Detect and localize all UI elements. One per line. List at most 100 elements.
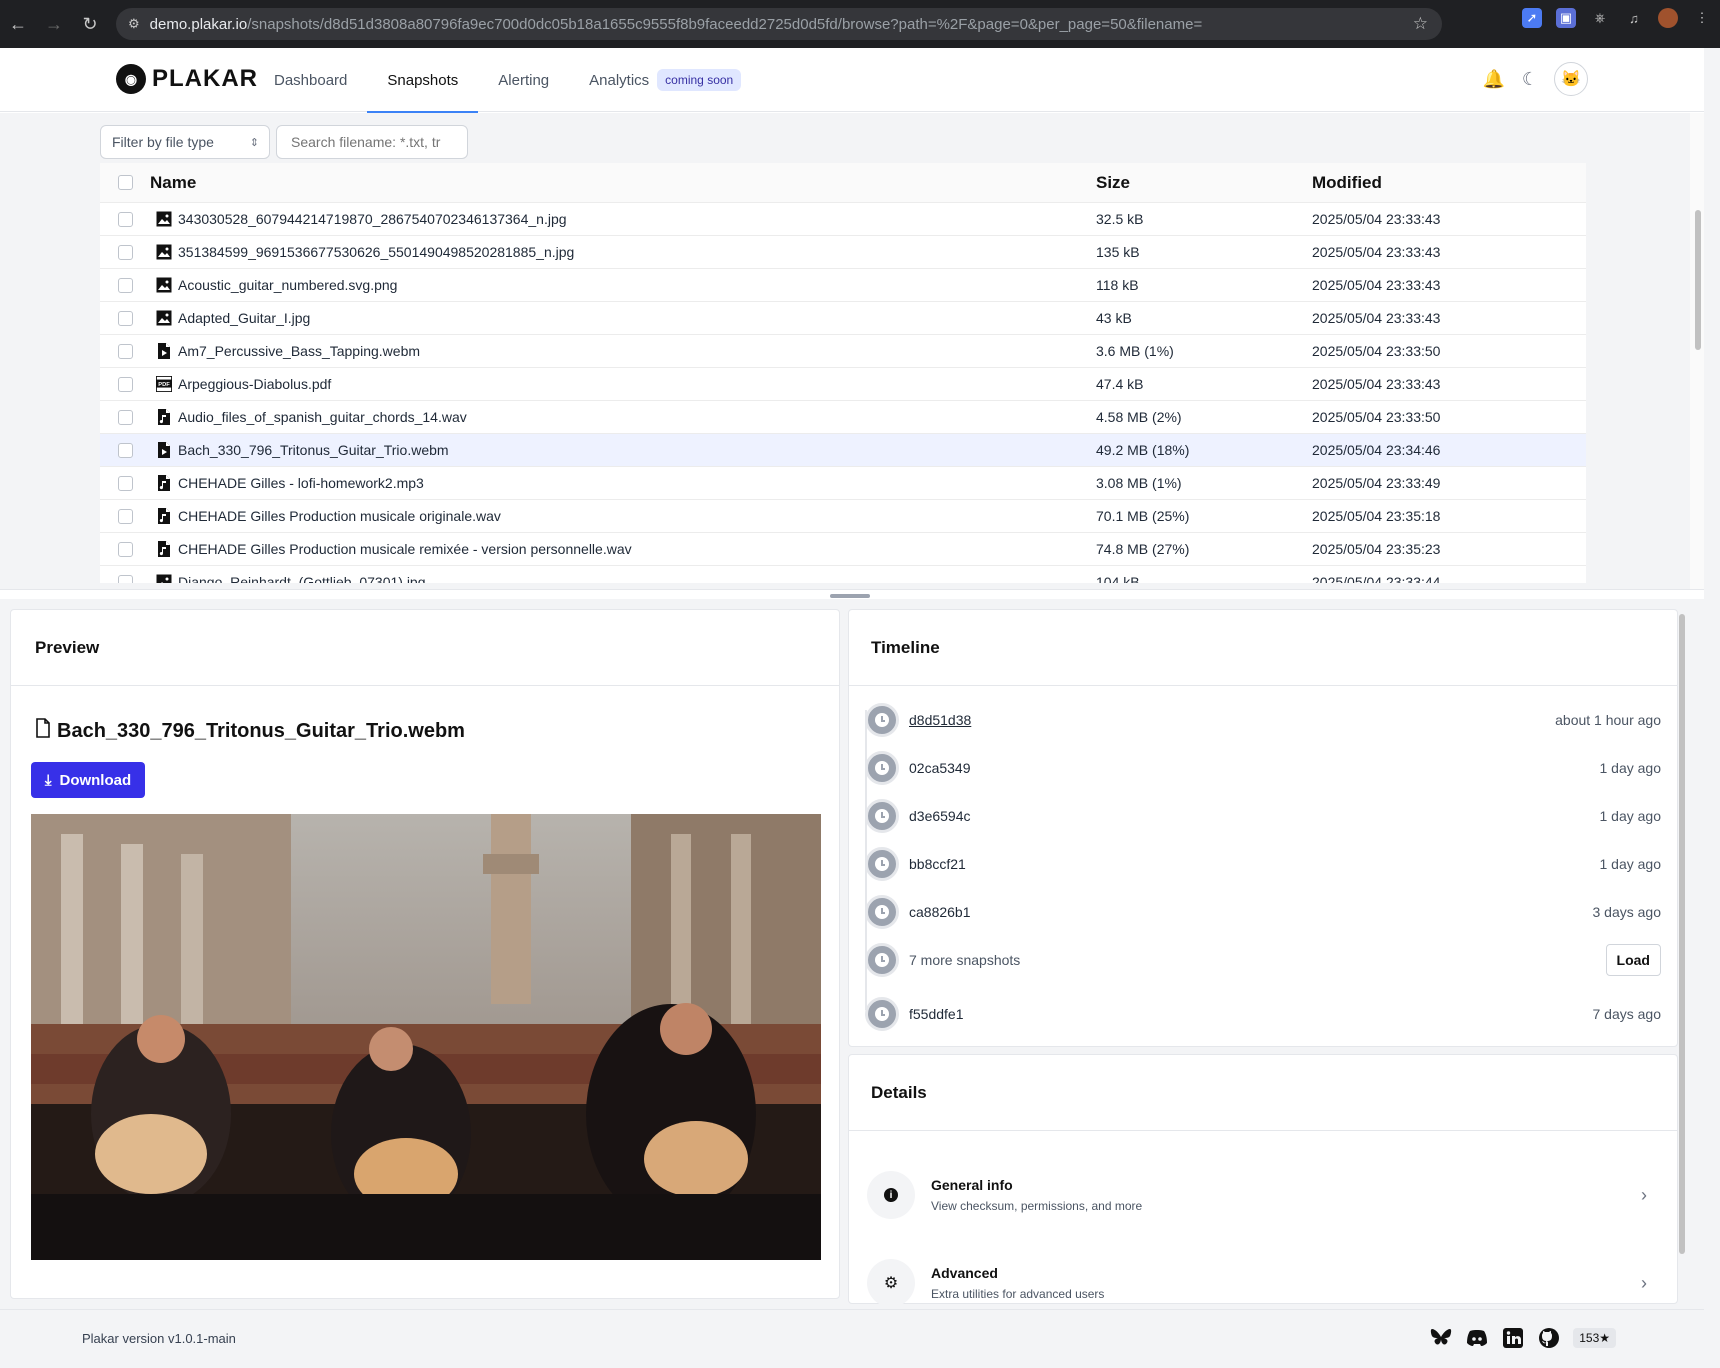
browser-menu-icon[interactable]: ⋮ bbox=[1692, 8, 1712, 28]
row-checkbox[interactable] bbox=[117, 541, 133, 557]
user-avatar[interactable]: 🐱 bbox=[1554, 62, 1588, 96]
timeline-item[interactable]: 02ca5349 1 day ago bbox=[865, 744, 1661, 792]
file-modified: 2025/05/04 23:33:44 bbox=[1312, 574, 1441, 583]
filename-search-input[interactable] bbox=[276, 125, 468, 159]
file-name[interactable]: CHEHADE Gilles - lofi-homework2.mp3 bbox=[178, 475, 1096, 491]
extension-screen-icon[interactable]: ▣ bbox=[1556, 8, 1576, 28]
timeline-item[interactable]: d8d51d38 about 1 hour ago bbox=[865, 696, 1661, 744]
table-row[interactable]: Audio_files_of_spanish_guitar_chords_14.… bbox=[100, 401, 1586, 434]
linkedin-icon[interactable] bbox=[1501, 1326, 1525, 1350]
forward-icon[interactable]: → bbox=[36, 6, 72, 42]
timeline-item[interactable]: d3e6594c 1 day ago bbox=[865, 792, 1661, 840]
file-name[interactable]: CHEHADE Gilles Production musicale origi… bbox=[178, 508, 1096, 524]
table-row[interactable]: 343030528_607944214719870_28675407023461… bbox=[100, 203, 1586, 236]
row-checkbox[interactable] bbox=[117, 244, 133, 260]
file-name[interactable]: Am7_Percussive_Bass_Tapping.webm bbox=[178, 343, 1096, 359]
file-name[interactable]: CHEHADE Gilles Production musicale remix… bbox=[178, 541, 1096, 557]
bookmark-star-icon[interactable]: ☆ bbox=[1413, 14, 1428, 34]
file-name[interactable]: Arpeggious-Diabolus.pdf bbox=[178, 376, 1096, 392]
snapshot-id[interactable]: d8d51d38 bbox=[909, 712, 1555, 728]
load-more-button[interactable]: Load bbox=[1605, 944, 1661, 976]
table-row[interactable]: CHEHADE Gilles - lofi-homework2.mp3 3.08 … bbox=[100, 467, 1586, 500]
snapshot-id[interactable]: f55ddfe1 bbox=[909, 1006, 1593, 1022]
github-icon[interactable] bbox=[1537, 1326, 1561, 1350]
row-checkbox[interactable] bbox=[117, 574, 133, 583]
row-checkbox[interactable] bbox=[117, 475, 133, 491]
table-scrollbar-track[interactable] bbox=[1690, 113, 1704, 589]
plakar-logo[interactable]: ◉ PLAKAR bbox=[116, 64, 258, 94]
table-header: Name Size Modified bbox=[100, 163, 1586, 203]
details-scrollbar-thumb[interactable] bbox=[1679, 614, 1685, 1254]
back-icon[interactable]: ← bbox=[0, 6, 36, 42]
nav-alerting[interactable]: Alerting bbox=[478, 48, 569, 112]
table-row[interactable]: CHEHADE Gilles Production musicale remix… bbox=[100, 533, 1586, 566]
panel-splitter[interactable] bbox=[0, 589, 1704, 599]
row-checkbox[interactable] bbox=[117, 508, 133, 524]
column-size[interactable]: Size bbox=[1096, 173, 1312, 193]
snapshot-id[interactable]: d3e6594c bbox=[909, 808, 1600, 824]
nav-dashboard[interactable]: Dashboard bbox=[254, 48, 367, 112]
table-row[interactable]: Am7_Percussive_Bass_Tapping.webm 3.6 MB (… bbox=[100, 335, 1586, 368]
row-checkbox[interactable] bbox=[117, 343, 133, 359]
profile-avatar-icon[interactable] bbox=[1658, 8, 1678, 28]
video-player[interactable] bbox=[31, 814, 821, 1260]
media-control-icon[interactable]: ♫ bbox=[1624, 8, 1644, 28]
timeline-item[interactable]: f55ddfe1 7 days ago bbox=[865, 990, 1661, 1038]
reload-icon[interactable]: ↻ bbox=[72, 6, 108, 42]
snapshot-id[interactable]: ca8826b1 bbox=[909, 904, 1593, 920]
snapshot-time: 1 day ago bbox=[1599, 808, 1662, 824]
snapshot-id[interactable]: 02ca5349 bbox=[909, 760, 1600, 776]
table-row[interactable]: Acoustic_guitar_numbered.svg.png 118 kB 20… bbox=[100, 269, 1586, 302]
row-checkbox[interactable] bbox=[117, 442, 133, 458]
bell-icon[interactable]: 🔔 bbox=[1482, 67, 1506, 91]
table-row[interactable]: CHEHADE Gilles Production musicale origi… bbox=[100, 500, 1586, 533]
file-name[interactable]: Django_Reinhardt_(Gottlieb_07301).jpg bbox=[178, 574, 1096, 583]
table-row[interactable]: Adapted_Guitar_I.jpg 43 kB 2025/05/04 23:3… bbox=[100, 302, 1586, 335]
file-name[interactable]: Bach_330_796_Tritonus_Guitar_Trio.webm bbox=[178, 442, 1096, 458]
row-checkbox[interactable] bbox=[117, 376, 133, 392]
download-icon: ⤓ bbox=[44, 771, 52, 789]
select-all-checkbox[interactable] bbox=[117, 175, 133, 190]
row-checkbox[interactable] bbox=[117, 211, 133, 227]
download-button[interactable]: ⤓ Download bbox=[31, 762, 145, 798]
image-icon bbox=[156, 573, 172, 583]
general-info-item[interactable]: i General info View checksum, permission… bbox=[867, 1165, 1659, 1225]
filetype-filter-select[interactable]: Filter by file type ⇕ bbox=[100, 125, 270, 159]
table-scrollbar-thumb[interactable] bbox=[1695, 210, 1701, 350]
address-bar[interactable]: ⚙ demo.plakar.io/snapshots/d8d51d3808a80… bbox=[116, 8, 1442, 40]
row-checkbox[interactable] bbox=[117, 409, 133, 425]
bluesky-icon[interactable] bbox=[1429, 1326, 1453, 1350]
extensions-puzzle-icon[interactable]: ⎈ bbox=[1590, 8, 1610, 28]
extension-blue-icon[interactable]: ➚ bbox=[1522, 8, 1542, 28]
column-modified[interactable]: Modified bbox=[1312, 173, 1586, 193]
file-name[interactable]: 343030528_607944214719870_28675407023461… bbox=[178, 211, 1096, 227]
column-name[interactable]: Name bbox=[150, 173, 1096, 193]
table-row[interactable]: PDF Arpeggious-Diabolus.pdf 47.4 kB 2025/05… bbox=[100, 368, 1586, 401]
timeline-item[interactable]: ca8826b1 3 days ago bbox=[865, 888, 1661, 936]
advanced-item[interactable]: ⚙ Advanced Extra utilities for advanced … bbox=[867, 1253, 1659, 1313]
video-file-icon bbox=[156, 342, 172, 360]
nav-snapshots[interactable]: Snapshots bbox=[367, 48, 479, 113]
file-modified: 2025/05/04 23:33:43 bbox=[1312, 277, 1441, 293]
file-modified: 2025/05/04 23:34:46 bbox=[1312, 442, 1441, 458]
discord-icon[interactable] bbox=[1465, 1326, 1489, 1350]
table-row[interactable]: Django_Reinhardt_(Gottlieb_07301).jpg 104… bbox=[100, 566, 1586, 583]
preview-file-name: Bach_330_796_Tritonus_Guitar_Trio.webm bbox=[57, 719, 465, 742]
table-row[interactable]: 351384599_9691536677530626_5501490498520… bbox=[100, 236, 1586, 269]
clock-icon bbox=[865, 799, 899, 833]
snapshot-id[interactable]: bb8ccf21 bbox=[909, 856, 1600, 872]
github-stars-badge[interactable]: 153★ bbox=[1573, 1328, 1616, 1348]
file-name[interactable]: Adapted_Guitar_I.jpg bbox=[178, 310, 1096, 326]
moon-icon[interactable]: ☾ bbox=[1518, 67, 1542, 91]
splitter-handle[interactable] bbox=[830, 594, 870, 598]
file-name[interactable]: Audio_files_of_spanish_guitar_chords_14.… bbox=[178, 409, 1096, 425]
file-name[interactable]: 351384599_9691536677530626_5501490498520… bbox=[178, 244, 1096, 260]
row-checkbox[interactable] bbox=[117, 277, 133, 293]
site-settings-icon[interactable]: ⚙ bbox=[128, 16, 140, 32]
table-row[interactable]: Bach_330_796_Tritonus_Guitar_Trio.webm 49… bbox=[100, 434, 1586, 467]
image-icon bbox=[156, 243, 172, 261]
row-checkbox[interactable] bbox=[117, 310, 133, 326]
timeline-item[interactable]: bb8ccf21 1 day ago bbox=[865, 840, 1661, 888]
file-name[interactable]: Acoustic_guitar_numbered.svg.png bbox=[178, 277, 1096, 293]
nav-analytics[interactable]: Analytics bbox=[569, 48, 669, 112]
